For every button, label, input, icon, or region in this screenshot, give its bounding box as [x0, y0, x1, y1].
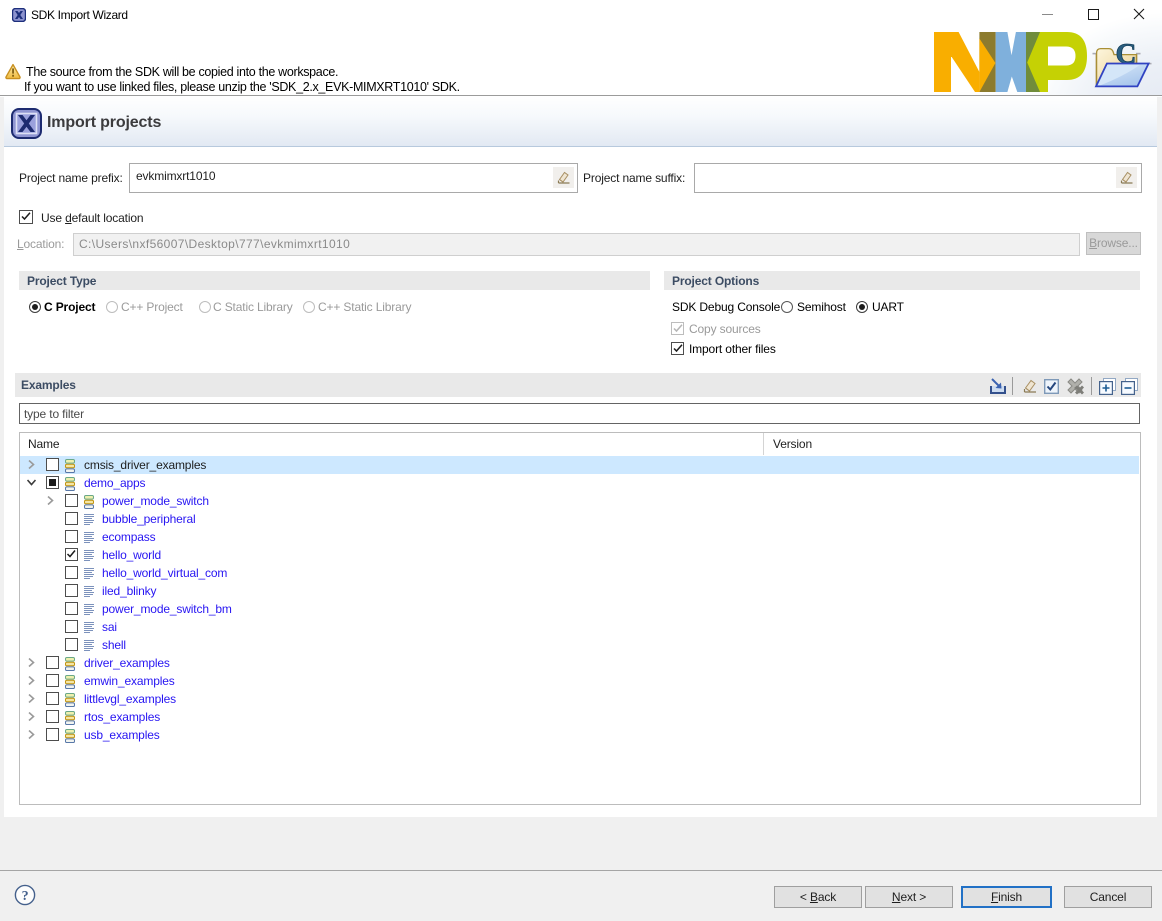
- svg-text:?: ?: [22, 889, 29, 904]
